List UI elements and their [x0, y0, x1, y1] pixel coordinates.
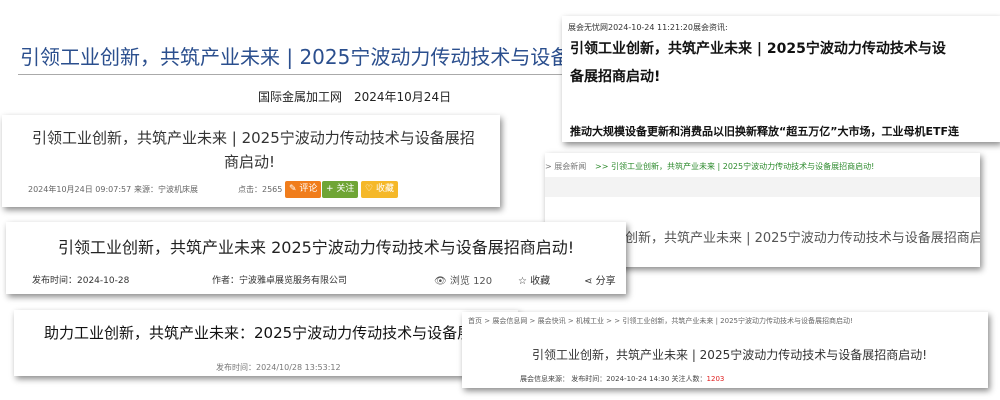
- follow-button[interactable]: + 关注: [322, 181, 359, 198]
- publish-date: 发布时间：2024-10-28: [32, 276, 130, 286]
- article-title: 引领工业创新，共筑产业未来 | 2025宁波动力传动技术与设备展招商启动!: [532, 348, 928, 362]
- comment-icon: ✎: [289, 184, 297, 194]
- article-title: 创新，共筑产业未来 | 2025宁波动力传动技术与设备展招商启动!: [625, 231, 980, 246]
- article-card-expo-info: 首页 > 展会信息网 > 展会快讯 > 机械工业 > > 引领工业创新，共筑产业…: [462, 312, 988, 388]
- article-card-expo-wuyou: 展会无忧网2024-10-24 11:21:20展会资讯: 引领工业创新，共筑产…: [562, 16, 1000, 142]
- view-count: 点击：2565: [238, 185, 283, 194]
- publish-date: 发布时间：2024/10/28 13:53:12: [216, 363, 341, 372]
- article-title-line2: 备展招商启动!: [570, 69, 661, 85]
- eye-icon: 👁: [434, 276, 447, 287]
- comment-button[interactable]: ✎ 评论: [285, 181, 322, 198]
- date-label: 2024年10月24日: [354, 90, 452, 104]
- breadcrumb[interactable]: 首页 > 展会信息网 > 展会快讯 > 机械工业 > > 引领工业创新，共筑产业…: [468, 316, 853, 326]
- article-meta: 展会无忧网2024-10-24 11:21:20展会资讯:: [568, 23, 728, 32]
- article-card-yazhuo: 引领工业创新，共筑产业未来 2025宁波动力传动技术与设备展招商启动! 发布时间…: [6, 222, 626, 294]
- article-title-line1: 引领工业创新，共筑产业未来 | 2025宁波动力传动技术与设: [570, 41, 946, 57]
- related-article-link[interactable]: 推动大规模设备更新和消费品以旧换新释放“超五万亿”大市场，工业母机ETF连: [570, 123, 959, 139]
- author-label: 作者：宁波雅卓展览服务有限公司: [212, 276, 348, 286]
- article-title-line1: 引领工业创新，共筑产业未来 | 2025宁波动力传动技术与设备展招: [32, 129, 475, 147]
- favorite-button[interactable]: ♡ 收藏: [361, 181, 398, 198]
- star-icon: ☆: [518, 276, 527, 287]
- page-title: 引领工业创新，共筑产业未来 | 2025宁波动力传动技术与设备: [20, 45, 571, 69]
- article-card-assist: 助力工业创新，共筑产业未来：2025宁波动力传动技术与设备展 发布时间：2024…: [14, 310, 518, 376]
- publish-date: 2024年10月24日 09:07:57: [28, 185, 132, 194]
- follower-count: 1203: [706, 375, 725, 383]
- source-label: 国际金属加工网: [258, 90, 343, 104]
- article-meta: 展会信息来源： 发布时间：2024-10-24 14:30 关注人数：1203: [520, 375, 725, 383]
- plus-icon: +: [326, 184, 334, 194]
- article-title: 引领工业创新，共筑产业未来 2025宁波动力传动技术与设备展招商启动!: [58, 238, 575, 257]
- header-bar: [545, 177, 980, 197]
- views-item: 👁 浏览 120: [434, 276, 493, 287]
- article-title-line2: 商启动!: [224, 153, 276, 171]
- share-icon: ⋖: [584, 276, 593, 287]
- share-button[interactable]: ⋖ 分享: [584, 272, 616, 287]
- article-card-machine-tool: 引领工业创新，共筑产业未来 | 2025宁波动力传动技术与设备展招 商启动! 2…: [2, 115, 500, 207]
- breadcrumb-a[interactable]: > 展会新闻: [545, 161, 586, 172]
- heart-icon: ♡: [365, 184, 374, 194]
- favorite-button[interactable]: ☆ 收藏: [518, 272, 550, 287]
- source-label: 来源：宁波机床展: [134, 185, 198, 194]
- article-title: 助力工业创新，共筑产业未来：2025宁波动力传动技术与设备展: [44, 324, 473, 342]
- breadcrumb-b[interactable]: >> 引领工业创新，共筑产业未来 | 2025宁波动力传动技术与设备展招商启动!: [595, 161, 874, 172]
